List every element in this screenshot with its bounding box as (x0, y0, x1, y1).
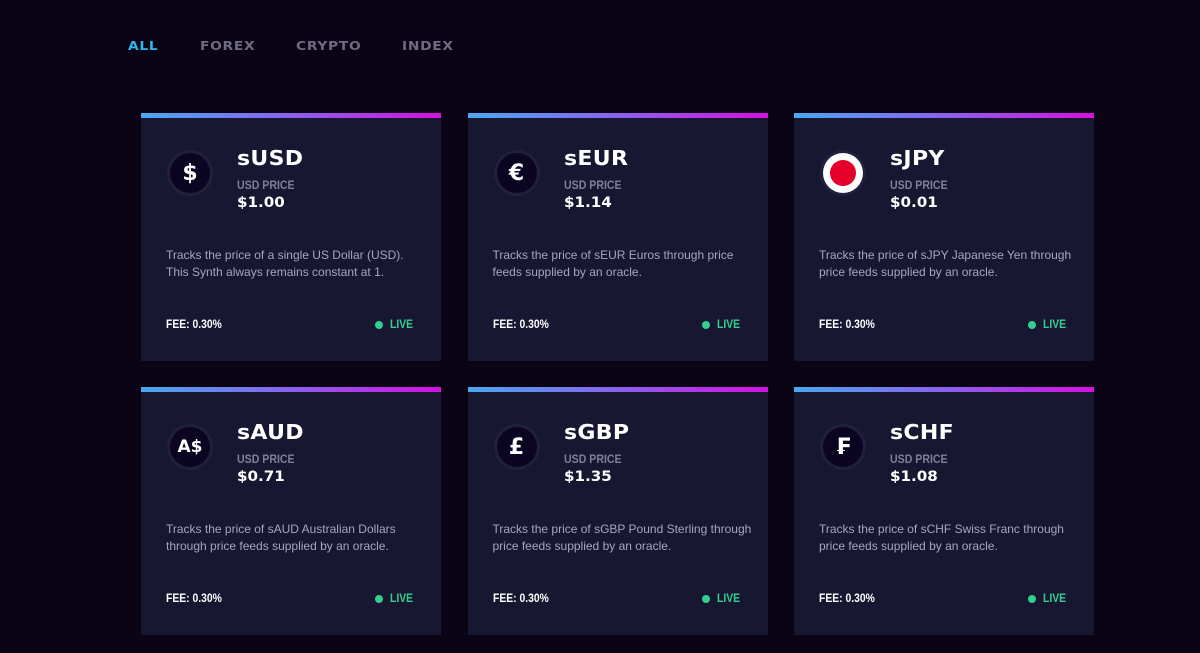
category-tabs: ALL FOREX CRYPTO INDEX (128, 39, 488, 53)
status-text: LIVE (1043, 319, 1067, 331)
live-dot-icon (701, 595, 710, 603)
japan-flag-icon (823, 153, 863, 193)
tab-index[interactable]: INDEX (402, 39, 454, 53)
price-value: $1.14 (563, 195, 612, 211)
price-label: USD PRICE (890, 454, 948, 466)
australian-dollar-icon: A$ (170, 427, 210, 467)
synth-card-susd[interactable]: $ sUSD USD PRICE $1.00 Tracks the price … (141, 113, 441, 361)
synth-name: sGBP (563, 420, 629, 444)
synth-card-sjpy[interactable]: sJPY USD PRICE $0.01 Tracks the price of… (794, 113, 1094, 361)
price-value: $1.35 (563, 469, 612, 485)
price-label: USD PRICE (563, 180, 622, 192)
live-dot-icon (1028, 595, 1037, 603)
synth-name: sEUR (563, 146, 628, 170)
live-dot-icon (375, 321, 384, 329)
status-text: LIVE (716, 593, 740, 605)
fee-label: FEE: 0.30% (166, 319, 222, 331)
card-gradient-bar (467, 113, 768, 118)
card-gradient-bar (794, 387, 1094, 392)
euro-icon: € (496, 153, 537, 193)
synth-name: sJPY (890, 146, 945, 170)
synth-card-saud[interactable]: A$ sAUD USD PRICE $0.71 Tracks the price… (141, 387, 441, 635)
synth-description: Tracks the price of sCHF Swiss Franc thr… (819, 522, 1064, 553)
synth-description: Tracks the price of sAUD Australian Doll… (166, 522, 396, 553)
status-text: LIVE (390, 593, 414, 605)
synth-name: sAUD (237, 420, 304, 444)
synth-description: Tracks the price of sGBP Pound Sterling … (492, 522, 752, 553)
card-gradient-bar (141, 113, 441, 118)
synth-card-schf[interactable]: ₣ sCHF USD PRICE $1.08 Tracks the price … (794, 387, 1094, 635)
synth-name: sUSD (237, 146, 304, 170)
dollar-icon: $ (170, 153, 210, 193)
card-gradient-bar (467, 387, 768, 392)
live-dot-icon (1028, 321, 1037, 329)
price-label: USD PRICE (237, 180, 295, 192)
franc-icon: ₣ (823, 427, 863, 467)
card-gradient-bar (794, 113, 1094, 118)
status-badge: LIVE (1028, 319, 1069, 331)
price-value: $0.01 (890, 195, 938, 211)
synth-description: Tracks the price of sEUR Euros through p… (492, 248, 734, 279)
status-badge: LIVE (375, 593, 416, 605)
pound-icon: £ (496, 427, 537, 467)
fee-label: FEE: 0.30% (492, 319, 549, 331)
status-badge: LIVE (701, 593, 743, 605)
price-label: USD PRICE (237, 454, 295, 466)
tab-all[interactable]: ALL (128, 39, 164, 53)
status-badge: LIVE (375, 319, 416, 331)
synth-name: sCHF (890, 420, 955, 444)
synth-description: Tracks the price of a single US Dollar (… (166, 248, 404, 279)
synth-description: Tracks the price of sJPY Japanese Yen th… (819, 248, 1072, 279)
status-text: LIVE (1043, 593, 1067, 605)
fee-label: FEE: 0.30% (166, 593, 222, 605)
price-label: USD PRICE (563, 454, 622, 466)
status-text: LIVE (716, 319, 740, 331)
price-label: USD PRICE (890, 180, 948, 192)
tab-forex[interactable]: FOREX (200, 39, 263, 53)
live-dot-icon (375, 595, 384, 603)
price-value: $1.08 (890, 469, 938, 485)
status-badge: LIVE (701, 319, 743, 331)
tab-crypto[interactable]: CRYPTO (296, 39, 371, 53)
price-value: $1.00 (237, 195, 285, 211)
fee-label: FEE: 0.30% (492, 593, 549, 605)
status-badge: LIVE (1028, 593, 1069, 605)
live-dot-icon (701, 321, 710, 329)
card-gradient-bar (141, 387, 441, 392)
synth-card-seur[interactable]: € sEUR USD PRICE $1.14 Tracks the price … (467, 113, 768, 361)
status-text: LIVE (390, 319, 414, 331)
synth-grid: $ sUSD USD PRICE $1.00 Tracks the price … (141, 113, 1094, 635)
fee-label: FEE: 0.30% (819, 593, 875, 605)
fee-label: FEE: 0.30% (819, 319, 875, 331)
price-value: $0.71 (237, 469, 285, 485)
synth-card-sgbp[interactable]: £ sGBP USD PRICE $1.35 Tracks the price … (467, 387, 768, 635)
